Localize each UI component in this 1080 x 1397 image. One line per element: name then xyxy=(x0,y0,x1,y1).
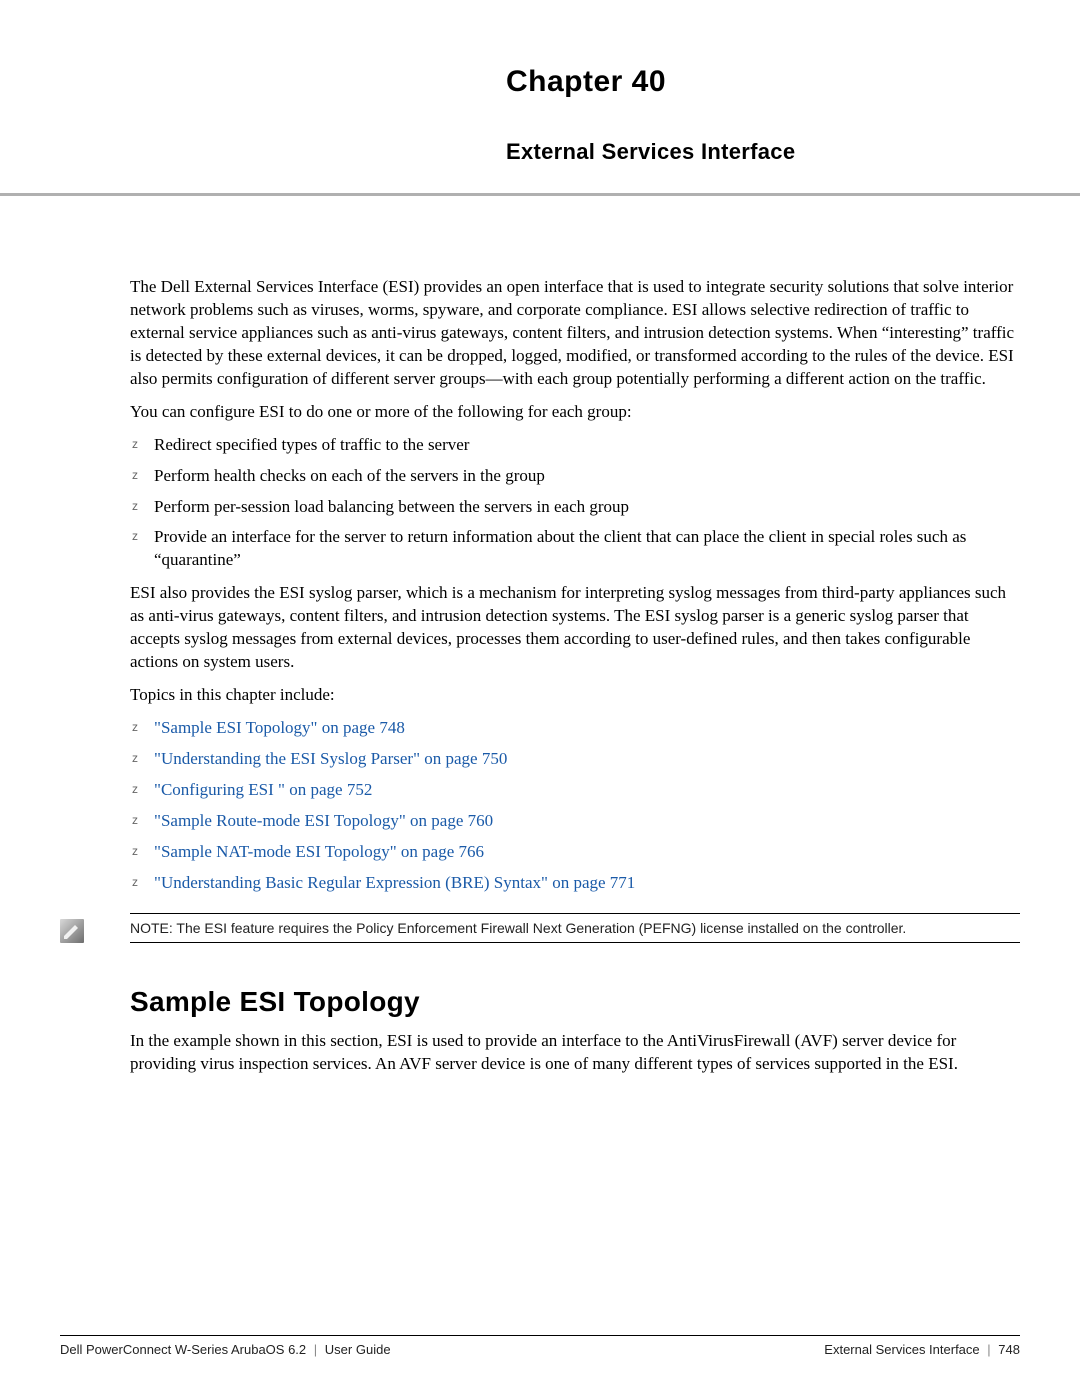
cross-reference-link[interactable]: "Understanding the ESI Syslog Parser" on… xyxy=(154,749,507,768)
footer-page-number: 748 xyxy=(998,1342,1020,1357)
topics-lead-in: Topics in this chapter include: xyxy=(130,684,1020,707)
chapter-title: External Services Interface xyxy=(60,139,1020,165)
footer-right: External Services Interface | 748 xyxy=(824,1342,1020,1357)
footer-section: External Services Interface xyxy=(824,1342,979,1357)
action-list: Redirect specified types of traffic to t… xyxy=(130,434,1020,573)
list-item: "Configuring ESI " on page 752 xyxy=(130,779,1020,802)
topics-list: "Sample ESI Topology" on page 748 "Under… xyxy=(130,717,1020,895)
cross-reference-link[interactable]: "Understanding Basic Regular Expression … xyxy=(154,873,635,892)
header-divider xyxy=(0,193,1080,196)
footer-doc-type: User Guide xyxy=(325,1342,391,1357)
intro-paragraph-2: You can configure ESI to do one or more … xyxy=(130,401,1020,424)
note-icon-column xyxy=(60,913,130,943)
list-item: Redirect specified types of traffic to t… xyxy=(130,434,1020,457)
list-item: Perform per-session load balancing betwe… xyxy=(130,496,1020,519)
section-block: Sample ESI Topology In the example shown… xyxy=(60,983,1020,1077)
list-item: Provide an interface for the server to r… xyxy=(130,526,1020,572)
note-callout: NOTE: The ESI feature requires the Polic… xyxy=(60,913,1020,943)
pencil-note-icon xyxy=(60,919,84,943)
document-page: Chapter 40 External Services Interface T… xyxy=(0,0,1080,1397)
body-content: The Dell External Services Interface (ES… xyxy=(60,276,1020,895)
chapter-number: Chapter 40 xyxy=(60,65,1020,99)
list-item: "Sample ESI Topology" on page 748 xyxy=(130,717,1020,740)
list-item: "Understanding the ESI Syslog Parser" on… xyxy=(130,748,1020,771)
footer-line: Dell PowerConnect W-Series ArubaOS 6.2 |… xyxy=(60,1342,1020,1357)
note-text: NOTE: The ESI feature requires the Polic… xyxy=(130,913,1020,943)
cross-reference-link[interactable]: "Configuring ESI " on page 752 xyxy=(154,780,372,799)
list-item: "Sample Route-mode ESI Topology" on page… xyxy=(130,810,1020,833)
footer-separator: | xyxy=(987,1342,990,1357)
list-item: "Understanding Basic Regular Expression … xyxy=(130,872,1020,895)
cross-reference-link[interactable]: "Sample ESI Topology" on page 748 xyxy=(154,718,405,737)
list-item: "Sample NAT-mode ESI Topology" on page 7… xyxy=(130,841,1020,864)
footer-product: Dell PowerConnect W-Series ArubaOS 6.2 xyxy=(60,1342,306,1357)
section-heading: Sample ESI Topology xyxy=(130,983,1020,1021)
cross-reference-link[interactable]: "Sample NAT-mode ESI Topology" on page 7… xyxy=(154,842,484,861)
list-item: Perform health checks on each of the ser… xyxy=(130,465,1020,488)
chapter-header: Chapter 40 External Services Interface xyxy=(60,65,1020,165)
intro-paragraph-1: The Dell External Services Interface (ES… xyxy=(130,276,1020,391)
footer-divider xyxy=(60,1335,1020,1336)
section-paragraph: In the example shown in this section, ES… xyxy=(130,1030,1020,1076)
footer-separator: | xyxy=(314,1342,317,1357)
cross-reference-link[interactable]: "Sample Route-mode ESI Topology" on page… xyxy=(154,811,493,830)
footer-left: Dell PowerConnect W-Series ArubaOS 6.2 |… xyxy=(60,1342,391,1357)
intro-paragraph-3: ESI also provides the ESI syslog parser,… xyxy=(130,582,1020,674)
page-footer: Dell PowerConnect W-Series ArubaOS 6.2 |… xyxy=(60,1335,1020,1357)
